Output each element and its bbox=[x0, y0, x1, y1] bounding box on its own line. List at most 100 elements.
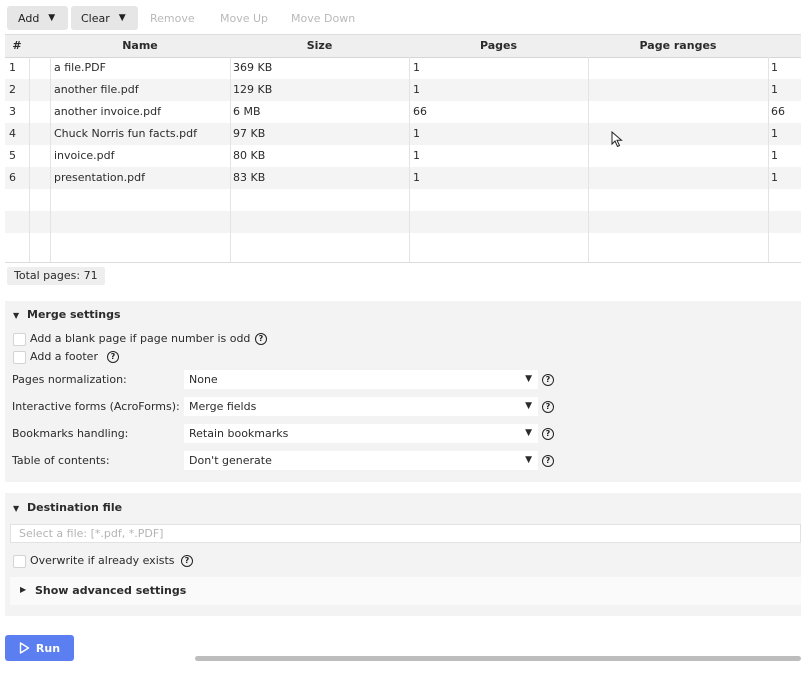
run-button[interactable]: Run bbox=[5, 635, 74, 661]
row-number: 4 bbox=[9, 127, 16, 140]
page-ranges[interactable]: 1 bbox=[771, 79, 778, 101]
clear-button-label: Clear bbox=[81, 11, 110, 25]
bookmarks-select[interactable]: Retain bookmarks ▼ bbox=[184, 424, 538, 443]
page-count: 1 bbox=[413, 83, 420, 96]
page-ranges[interactable]: 1 bbox=[771, 57, 778, 79]
add-button[interactable]: Add ▼ bbox=[7, 6, 68, 30]
table-row[interactable]: 2 another file.pdf 129 KB 1 1 bbox=[5, 79, 801, 101]
normalization-label: Pages normalization: bbox=[12, 373, 127, 386]
move-down-button[interactable]: Move Down bbox=[291, 6, 355, 30]
forms-label: Interactive forms (AcroForms): bbox=[12, 400, 180, 413]
page-count: 1 bbox=[413, 171, 420, 184]
row-number: 5 bbox=[9, 149, 16, 162]
row-number: 2 bbox=[9, 83, 16, 96]
help-icon[interactable]: ? bbox=[542, 428, 554, 440]
empty-row bbox=[5, 211, 801, 233]
chevron-down-icon: ▼ bbox=[118, 13, 126, 23]
column-header-size[interactable]: Size bbox=[230, 35, 409, 57]
page-count: 1 bbox=[413, 127, 420, 140]
destination-panel: ▼ Destination file Select a file: [*.pdf… bbox=[5, 493, 801, 616]
normalization-value: None bbox=[189, 373, 218, 386]
file-name: invoice.pdf bbox=[54, 149, 115, 162]
help-icon[interactable]: ? bbox=[181, 555, 193, 567]
file-size: 6 MB bbox=[233, 105, 261, 118]
blank-page-checkbox[interactable] bbox=[13, 333, 26, 346]
overwrite-label: Overwrite if already exists bbox=[30, 554, 175, 567]
run-label: Run bbox=[35, 641, 61, 655]
forms-value: Merge fields bbox=[189, 400, 257, 413]
column-divider bbox=[409, 57, 410, 262]
page-ranges[interactable]: 1 bbox=[771, 145, 778, 167]
empty-row bbox=[5, 233, 801, 255]
destination-file-input[interactable]: Select a file: [*.pdf, *.PDF] bbox=[10, 524, 801, 543]
advanced-settings-label: Show advanced settings bbox=[35, 584, 187, 597]
row-number: 6 bbox=[9, 171, 16, 184]
page-count: 66 bbox=[413, 105, 427, 118]
merge-settings-panel: ▼ Merge settings Add a blank page if pag… bbox=[5, 301, 801, 482]
file-name: a file.PDF bbox=[54, 61, 106, 74]
page-ranges[interactable]: 1 bbox=[771, 123, 778, 145]
toc-label: Table of contents: bbox=[12, 454, 110, 467]
clear-button[interactable]: Clear ▼ bbox=[71, 6, 138, 30]
chevron-down-icon: ▼ bbox=[525, 374, 532, 384]
file-name: another file.pdf bbox=[54, 83, 139, 96]
blank-page-label: Add a blank page if page number is odd bbox=[30, 332, 251, 345]
file-size: 129 KB bbox=[233, 83, 273, 96]
column-header-pages[interactable]: Pages bbox=[409, 35, 588, 57]
bookmarks-value: Retain bookmarks bbox=[189, 427, 289, 440]
chevron-down-icon: ▼ bbox=[525, 401, 532, 411]
toc-select[interactable]: Don't generate ▼ bbox=[184, 451, 538, 470]
column-divider bbox=[29, 57, 30, 262]
file-size: 80 KB bbox=[233, 149, 266, 162]
table-row[interactable]: 1 a file.PDF 369 KB 1 1 bbox=[5, 57, 801, 79]
chevron-down-icon: ▼ bbox=[525, 428, 532, 438]
destination-title: Destination file bbox=[27, 501, 123, 514]
advanced-settings-toggle[interactable]: ▶ Show advanced settings bbox=[10, 577, 801, 605]
merge-settings-header[interactable]: ▼ Merge settings bbox=[13, 308, 121, 321]
help-icon[interactable]: ? bbox=[542, 455, 554, 467]
bookmarks-label: Bookmarks handling: bbox=[12, 427, 129, 440]
toc-value: Don't generate bbox=[189, 454, 272, 467]
forms-select[interactable]: Merge fields ▼ bbox=[184, 397, 538, 416]
footer-checkbox[interactable] bbox=[13, 351, 26, 364]
column-divider bbox=[230, 57, 231, 262]
remove-button[interactable]: Remove bbox=[150, 6, 195, 30]
table-row[interactable]: 5 invoice.pdf 80 KB 1 1 bbox=[5, 145, 801, 167]
overwrite-checkbox[interactable] bbox=[13, 555, 26, 568]
footer-label: Add a footer bbox=[30, 350, 98, 363]
file-name: Chuck Norris fun facts.pdf bbox=[54, 127, 197, 140]
table-header: # Name Size Pages Page ranges bbox=[5, 35, 801, 58]
chevron-down-icon: ▼ bbox=[48, 13, 56, 23]
column-divider bbox=[588, 57, 589, 262]
chevron-right-icon: ▶ bbox=[20, 585, 27, 594]
file-table[interactable]: # Name Size Pages Page ranges 1 a file.P… bbox=[5, 34, 801, 263]
column-header-page-ranges[interactable]: Page ranges bbox=[588, 35, 768, 57]
column-divider bbox=[768, 57, 769, 262]
table-row[interactable]: 4 Chuck Norris fun facts.pdf 97 KB 1 1 bbox=[5, 123, 801, 145]
destination-placeholder: Select a file: [*.pdf, *.PDF] bbox=[19, 527, 164, 540]
chevron-down-icon: ▼ bbox=[13, 311, 20, 320]
chevron-down-icon: ▼ bbox=[525, 455, 532, 465]
file-name: another invoice.pdf bbox=[54, 105, 161, 118]
help-icon[interactable]: ? bbox=[542, 401, 554, 413]
play-icon bbox=[19, 642, 30, 654]
page-ranges[interactable]: 1 bbox=[771, 167, 778, 189]
file-size: 83 KB bbox=[233, 171, 266, 184]
help-icon[interactable]: ? bbox=[542, 374, 554, 386]
destination-header[interactable]: ▼ Destination file bbox=[13, 501, 122, 514]
chevron-down-icon: ▼ bbox=[13, 504, 20, 513]
horizontal-scrollbar[interactable] bbox=[195, 656, 801, 661]
mouse-pointer-icon bbox=[611, 131, 623, 148]
table-row[interactable]: 6 presentation.pdf 83 KB 1 1 bbox=[5, 167, 801, 189]
help-icon[interactable]: ? bbox=[107, 351, 119, 363]
help-icon[interactable]: ? bbox=[255, 333, 267, 345]
column-header-number[interactable]: # bbox=[5, 35, 29, 57]
page-ranges[interactable]: 66 bbox=[771, 101, 785, 123]
column-header-name[interactable]: Name bbox=[50, 35, 230, 57]
move-up-button[interactable]: Move Up bbox=[220, 6, 268, 30]
file-name: presentation.pdf bbox=[54, 171, 145, 184]
normalization-select[interactable]: None ▼ bbox=[184, 370, 538, 389]
add-button-label: Add bbox=[18, 11, 40, 25]
column-divider bbox=[50, 57, 51, 262]
table-row[interactable]: 3 another invoice.pdf 6 MB 66 66 bbox=[5, 101, 801, 123]
